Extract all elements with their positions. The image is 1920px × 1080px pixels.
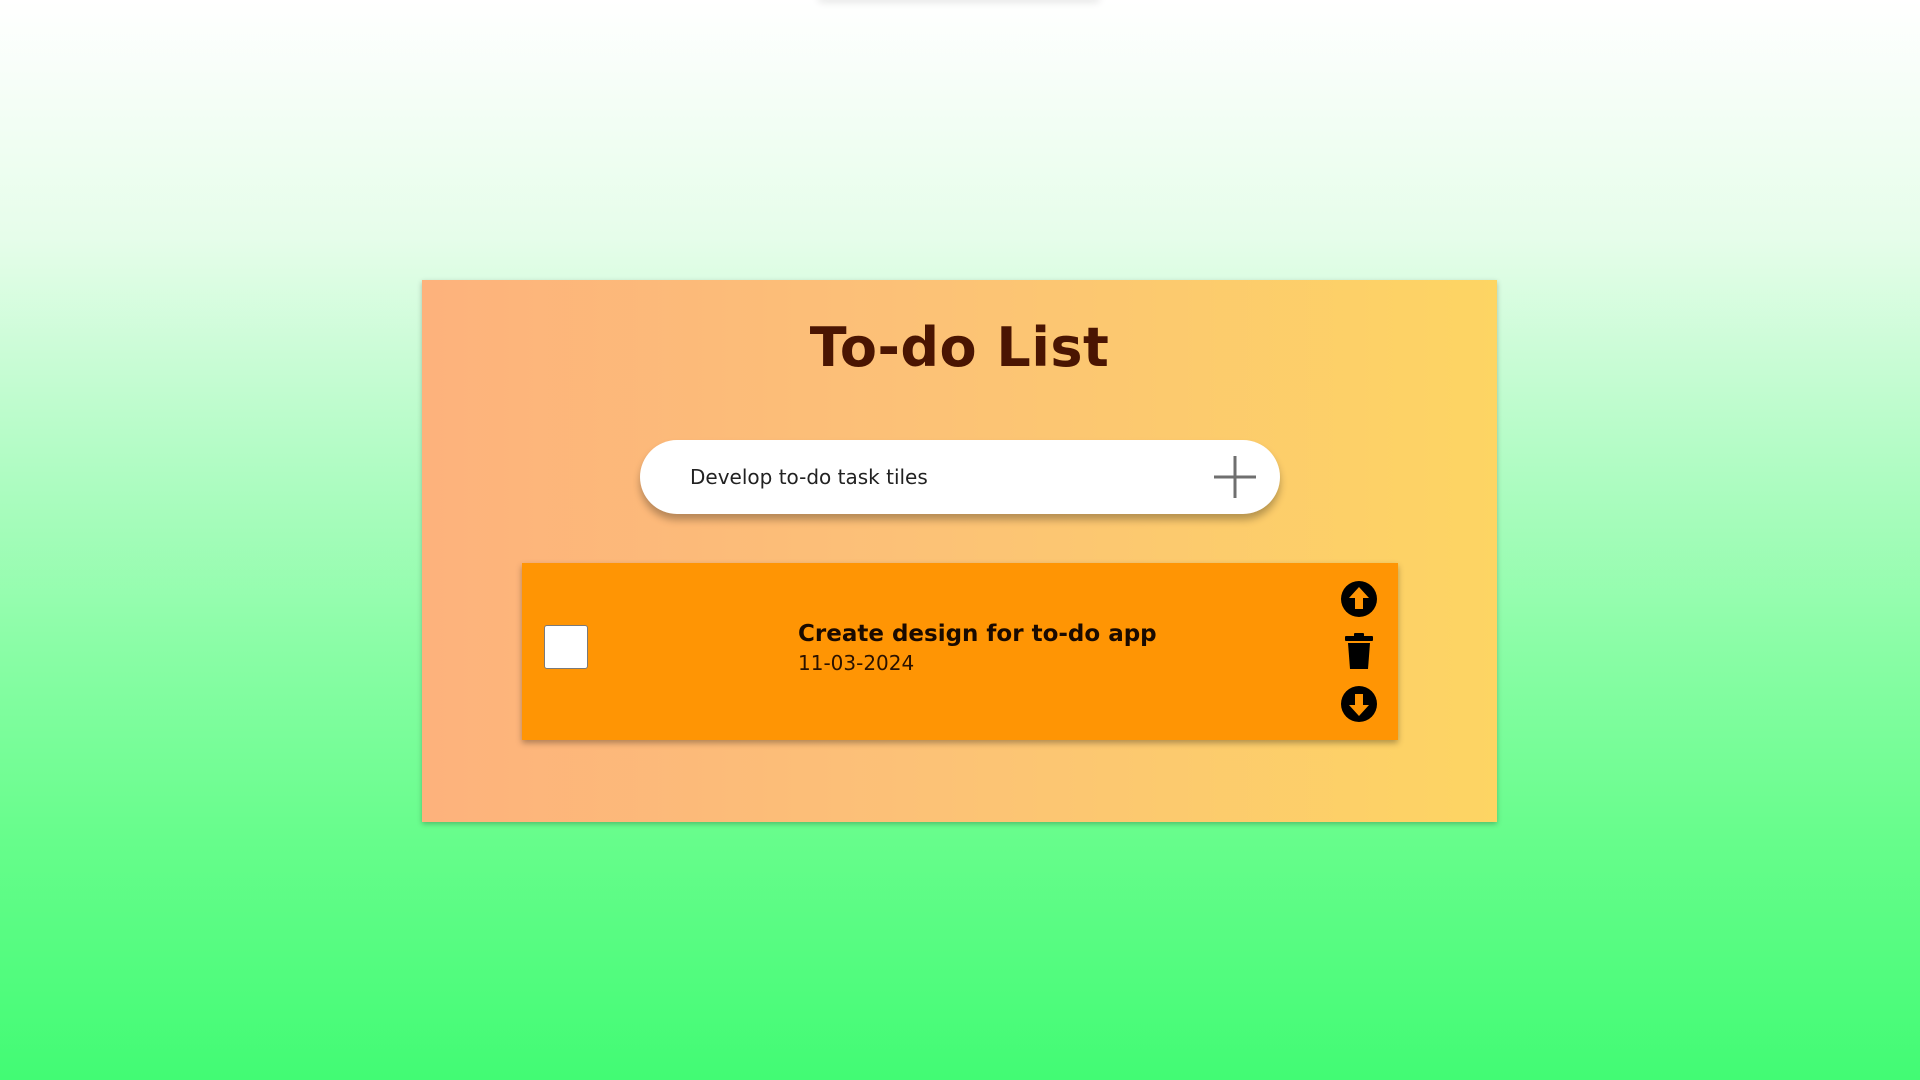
- task-checkbox[interactable]: [544, 625, 588, 669]
- trash-icon: [1345, 633, 1373, 669]
- new-task-bar: [640, 440, 1280, 514]
- new-task-input[interactable]: [690, 440, 1170, 514]
- move-down-button[interactable]: [1340, 685, 1378, 723]
- arrow-down-circle-icon: [1341, 686, 1377, 722]
- add-task-button[interactable]: [1212, 454, 1258, 500]
- task-name: Create design for to-do app: [798, 621, 1157, 647]
- move-up-button[interactable]: [1340, 580, 1378, 618]
- task-tile: Create design for to-do app 11-03-2024: [522, 563, 1398, 740]
- delete-task-button[interactable]: [1340, 631, 1378, 669]
- task-text: Create design for to-do app 11-03-2024: [798, 621, 1157, 675]
- page-title: To-do List: [809, 316, 1110, 379]
- plus-icon: [1214, 456, 1256, 498]
- task-date: 11-03-2024: [798, 651, 915, 675]
- arrow-up-circle-icon: [1341, 581, 1377, 617]
- todo-card: To-do List Create design for to-do app 1…: [422, 280, 1497, 822]
